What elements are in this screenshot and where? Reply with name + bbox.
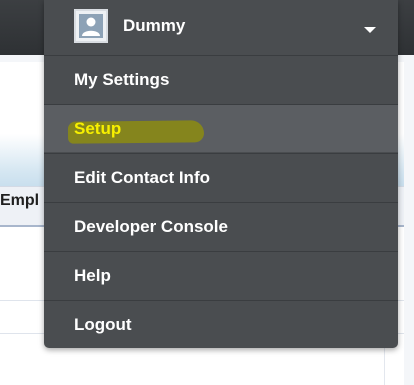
user-menu-toggle[interactable]: Dummy	[44, 0, 398, 55]
user-name: Dummy	[123, 16, 186, 35]
column-header[interactable]: Empl	[0, 192, 39, 210]
user-dropdown-menu: Dummy My Settings Setup Edit Contact Inf…	[44, 0, 398, 348]
menu-item-label: My Settings	[74, 70, 170, 89]
menu-item-developer-console[interactable]: Developer Console	[44, 202, 398, 250]
menu-item-edit-contact-info[interactable]: Edit Contact Info	[44, 153, 398, 201]
caret-down-icon[interactable]	[364, 27, 376, 33]
menu-item-label: Setup	[74, 119, 122, 138]
menu-item-label: Logout	[74, 315, 132, 334]
menu-item-help[interactable]: Help	[44, 251, 398, 299]
menu-item-logout[interactable]: Logout	[44, 300, 398, 348]
user-avatar-icon	[74, 9, 108, 43]
menu-item-my-settings[interactable]: My Settings	[44, 55, 398, 103]
menu-item-label: Developer Console	[74, 217, 228, 236]
menu-item-label: Edit Contact Info	[74, 168, 210, 187]
menu-item-label: Help	[74, 266, 111, 285]
menu-item-setup[interactable]: Setup	[44, 104, 398, 152]
